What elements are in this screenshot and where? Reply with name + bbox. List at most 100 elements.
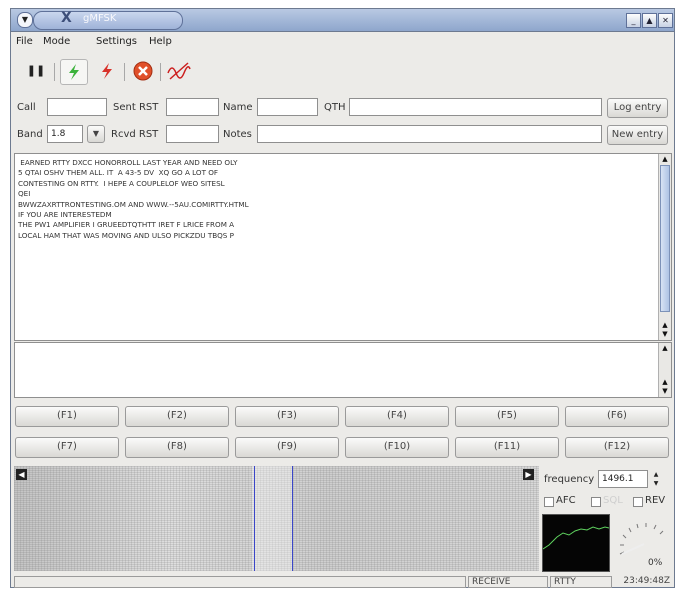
window-title: gMFSK bbox=[83, 13, 117, 24]
frequency-label: frequency bbox=[544, 474, 595, 485]
pause-button[interactable]: ❚❚ bbox=[23, 59, 49, 83]
sent-rst-field[interactable] bbox=[166, 98, 219, 116]
scroll-up-icon[interactable]: ▲ bbox=[659, 378, 671, 387]
qth-label: QTH bbox=[324, 102, 346, 113]
macro-button[interactable]: (F7) bbox=[15, 437, 119, 458]
waterfall-signal-band bbox=[252, 466, 292, 571]
sql-label: SQL bbox=[603, 495, 623, 506]
transmit-text-area[interactable]: ▲ ▲ ▼ bbox=[14, 342, 672, 398]
receive-text-line: CONTESTING ON RTTY. I HEPE A COUPLELOF W… bbox=[18, 178, 225, 188]
macro-button[interactable]: (F11) bbox=[455, 437, 559, 458]
scrollbar-thumb[interactable] bbox=[660, 165, 670, 312]
afc-checkbox[interactable] bbox=[544, 497, 554, 507]
title-bar: ▼ X gMFSK _ ▲ ✕ bbox=[11, 9, 674, 32]
tuning-marker-right bbox=[292, 466, 293, 571]
macro-button[interactable]: (F1) bbox=[15, 406, 119, 427]
waterfall-right-arrow-icon[interactable]: ▶ bbox=[523, 469, 534, 480]
close-button[interactable]: ✕ bbox=[658, 13, 673, 28]
menu-file[interactable]: File bbox=[16, 36, 33, 47]
toolbar-separator bbox=[54, 63, 55, 81]
spin-down-icon[interactable]: ▼ bbox=[650, 479, 662, 488]
status-time: 23:49:48Z bbox=[623, 576, 670, 586]
lightning-red-icon bbox=[102, 63, 112, 79]
transmit-scrollbar[interactable]: ▲ ▲ ▼ bbox=[658, 343, 671, 397]
receive-button[interactable] bbox=[60, 59, 88, 85]
toolbar-separator bbox=[160, 63, 161, 81]
scroll-up-icon[interactable]: ▲ bbox=[659, 321, 671, 330]
receive-text-area[interactable]: EARNED RTTY DXCC HONORROLL LAST YEAR AND… bbox=[14, 153, 672, 341]
receive-text-line: THE PW1 AMPLIFIER I GRUEEDTQTHTT IRET F … bbox=[18, 220, 235, 230]
band-dropdown-button[interactable]: ▼ bbox=[87, 125, 105, 143]
spectrum-trace bbox=[542, 526, 610, 550]
macro-button[interactable]: (F2) bbox=[125, 406, 229, 427]
menu-settings[interactable]: Settings bbox=[96, 36, 137, 47]
maximize-button[interactable]: ▲ bbox=[642, 13, 657, 28]
transmit-button[interactable] bbox=[94, 59, 120, 83]
macro-button[interactable]: (F8) bbox=[125, 437, 229, 458]
squelch-meter: 0% bbox=[612, 514, 672, 570]
minimize-button[interactable]: _ bbox=[626, 13, 641, 28]
frequency-spinner[interactable]: ▲ ▼ bbox=[650, 470, 662, 488]
macro-button[interactable]: (F9) bbox=[235, 437, 339, 458]
tuning-marker-left bbox=[254, 466, 255, 571]
stop-icon bbox=[133, 61, 153, 81]
scroll-down-icon[interactable]: ▼ bbox=[659, 387, 671, 396]
receive-text-line: BWWZAXRTTRONTESTING.OM AND WWW.--5AU.COM… bbox=[18, 199, 249, 209]
status-state: RECEIVE bbox=[468, 576, 548, 588]
macro-button[interactable]: (F12) bbox=[565, 437, 669, 458]
squelch-value: 0% bbox=[648, 558, 663, 568]
band-label: Band bbox=[17, 129, 43, 140]
status-bar: RECEIVE RTTY 23:49:48Z bbox=[14, 576, 671, 588]
status-mode: RTTY bbox=[550, 576, 612, 588]
chevron-down-icon: ▼ bbox=[92, 129, 100, 138]
rcvd-rst-label: Rcvd RST bbox=[111, 129, 159, 140]
menu-bar: File Mode Settings Help bbox=[11, 32, 674, 50]
receive-text-line: EARNED RTTY DXCC HONORROLL LAST YEAR AND… bbox=[18, 158, 238, 167]
receive-text-line: 5 QTAI OSHV THEM ALL. IT A 43-5 DV XQ GO… bbox=[18, 168, 219, 178]
menu-mode[interactable]: Mode bbox=[43, 36, 70, 47]
scroll-up-icon[interactable]: ▲ bbox=[659, 155, 671, 164]
scroll-up-icon[interactable]: ▲ bbox=[659, 344, 671, 353]
waterfall-display[interactable]: ◀ ▶ bbox=[14, 466, 539, 571]
call-field[interactable] bbox=[47, 98, 107, 116]
qth-field[interactable] bbox=[349, 98, 602, 116]
scroll-down-icon[interactable]: ▼ bbox=[659, 330, 671, 339]
waveform-crossed-icon bbox=[167, 62, 191, 80]
sql-checkbox[interactable] bbox=[591, 497, 601, 507]
lightning-green-icon bbox=[69, 64, 79, 80]
pause-icon: ❚❚ bbox=[26, 64, 46, 77]
status-message bbox=[14, 576, 466, 588]
waterfall-left-arrow-icon[interactable]: ◀ bbox=[16, 469, 27, 480]
receive-text: EARNED RTTY DXCC HONORROLL LAST YEAR AND… bbox=[18, 158, 249, 241]
receive-text-line: LOCAL HAM THAT WAS MOVING AND ULSO PICKZ… bbox=[18, 230, 234, 240]
rev-checkbox[interactable] bbox=[633, 497, 643, 507]
notes-field[interactable] bbox=[257, 125, 602, 143]
receive-scrollbar[interactable]: ▲ ▲ ▼ bbox=[658, 154, 671, 340]
toolbar: ❚❚ bbox=[11, 55, 674, 87]
frequency-field[interactable]: 1496.1 bbox=[598, 470, 648, 488]
macro-button[interactable]: (F5) bbox=[455, 406, 559, 427]
rcvd-rst-field[interactable] bbox=[166, 125, 219, 143]
abort-button[interactable] bbox=[130, 59, 156, 83]
spectrum-scope bbox=[542, 514, 610, 572]
window-menu-button[interactable]: ▼ bbox=[17, 12, 33, 28]
new-entry-button[interactable]: New entry bbox=[607, 125, 668, 145]
macro-button[interactable]: (F3) bbox=[235, 406, 339, 427]
name-field[interactable] bbox=[257, 98, 318, 116]
app-logo-icon: X bbox=[61, 10, 72, 26]
spin-up-icon[interactable]: ▲ bbox=[650, 470, 662, 479]
name-label: Name bbox=[223, 102, 253, 113]
tune-button[interactable] bbox=[166, 59, 192, 83]
menu-help[interactable]: Help bbox=[149, 36, 172, 47]
band-field[interactable]: 1.8 bbox=[47, 125, 83, 143]
macro-button[interactable]: (F6) bbox=[565, 406, 669, 427]
macro-button[interactable]: (F4) bbox=[345, 406, 449, 427]
rev-label: REV bbox=[645, 495, 666, 506]
macro-button[interactable]: (F10) bbox=[345, 437, 449, 458]
notes-label: Notes bbox=[223, 129, 252, 140]
receive-text-line: QEI bbox=[18, 189, 31, 199]
log-entry-button[interactable]: Log entry bbox=[607, 98, 668, 118]
sent-rst-label: Sent RST bbox=[113, 102, 159, 113]
squelch-gauge-icon bbox=[619, 523, 664, 555]
call-label: Call bbox=[17, 102, 36, 113]
